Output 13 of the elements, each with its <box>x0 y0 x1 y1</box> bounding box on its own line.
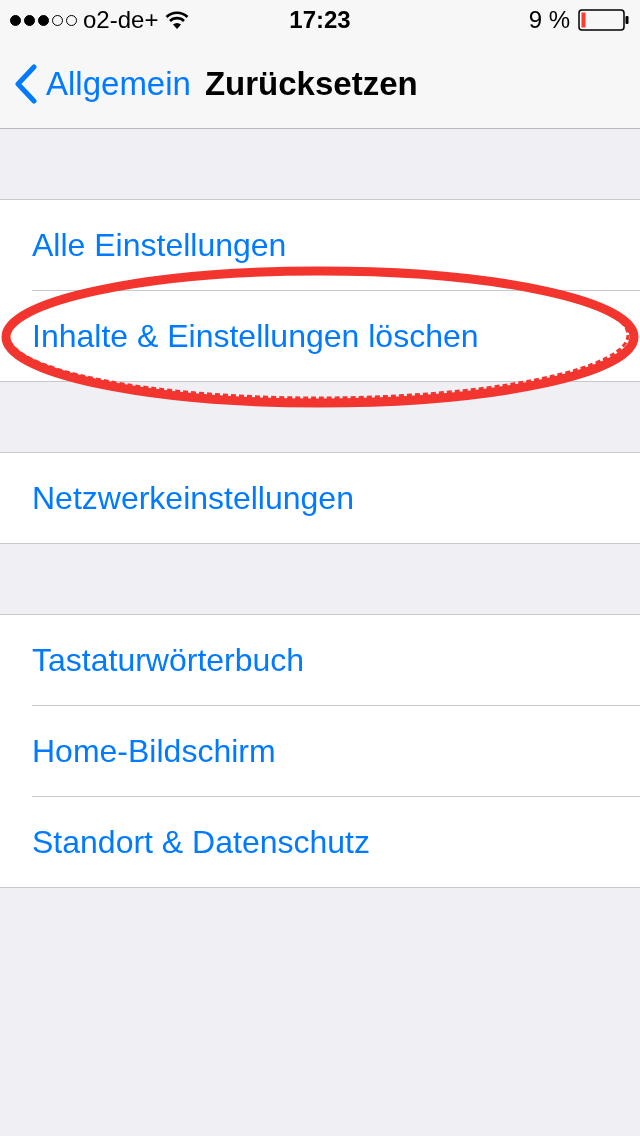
settings-item[interactable]: Netzwerkeinstellungen <box>32 479 354 517</box>
clock-time: 17:23 <box>289 6 351 34</box>
page-title: Zurücksetzen <box>204 65 418 103</box>
back-chevron-icon <box>14 64 38 104</box>
back-button[interactable]: Allgemein <box>14 64 191 104</box>
battery-icon <box>578 9 630 31</box>
settings-item[interactable]: Standort & Datenschutz <box>32 823 370 861</box>
battery-percentage: 9 % <box>528 6 570 34</box>
settings-item[interactable]: Alle Einstellungen <box>32 226 287 264</box>
settings-item[interactable]: Tastaturwörterbuch <box>32 641 305 679</box>
carrier-name: o2-de+ <box>83 6 159 34</box>
wifi-icon <box>164 10 191 30</box>
settings-item[interactable]: Home-Bildschirm <box>32 732 276 770</box>
